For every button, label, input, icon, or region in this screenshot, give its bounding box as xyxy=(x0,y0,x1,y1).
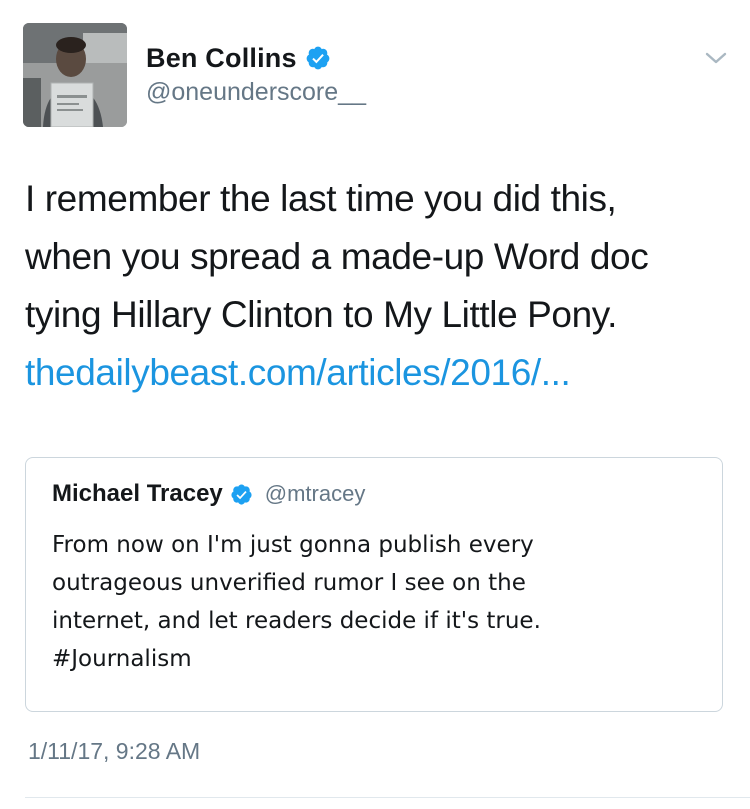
quoted-tweet[interactable]: Michael Tracey @mtracey From now on I'm … xyxy=(25,457,723,712)
tweet-card: Ben Collins @oneunderscore__ I remember … xyxy=(0,0,750,809)
tweet-link[interactable]: thedailybeast.com/articles/2016/... xyxy=(25,344,735,402)
author-handle[interactable]: @oneunderscore__ xyxy=(146,78,366,107)
tweet-timestamp[interactable]: 1/11/17, 9:28 AM xyxy=(28,738,200,765)
quoted-tweet-header: Michael Tracey @mtracey xyxy=(52,480,365,508)
author-block[interactable]: Ben Collins @oneunderscore__ xyxy=(146,40,366,107)
quoted-text-line: From now on I'm just gonna publish every xyxy=(52,532,534,558)
quoted-text-line: internet, and let readers decide if it's… xyxy=(52,608,541,634)
tweet-text-line: tying Hillary Clinton to My Little Pony. xyxy=(25,294,617,335)
verified-badge-icon xyxy=(305,45,331,71)
verified-badge-icon xyxy=(230,483,253,506)
hashtag-link[interactable]: #Journalism xyxy=(52,640,702,678)
avatar[interactable] xyxy=(23,23,127,127)
tweet-text: I remember the last time you did this, w… xyxy=(25,170,735,402)
quoted-author-handle[interactable]: @mtracey xyxy=(265,481,366,507)
author-name-row: Ben Collins xyxy=(146,40,366,76)
quoted-text-line: outrageous unverified rumor I see on the xyxy=(52,570,526,596)
tweet-text-line: I remember the last time you did this, xyxy=(25,178,617,219)
tweet-text-line: when you spread a made-up Word doc xyxy=(25,236,649,277)
divider xyxy=(25,797,750,798)
avatar-photo xyxy=(23,23,127,127)
chevron-down-icon[interactable] xyxy=(705,50,727,66)
quoted-author-name[interactable]: Michael Tracey xyxy=(52,480,223,508)
author-name[interactable]: Ben Collins xyxy=(146,43,297,74)
quoted-tweet-text: From now on I'm just gonna publish every… xyxy=(52,526,702,678)
